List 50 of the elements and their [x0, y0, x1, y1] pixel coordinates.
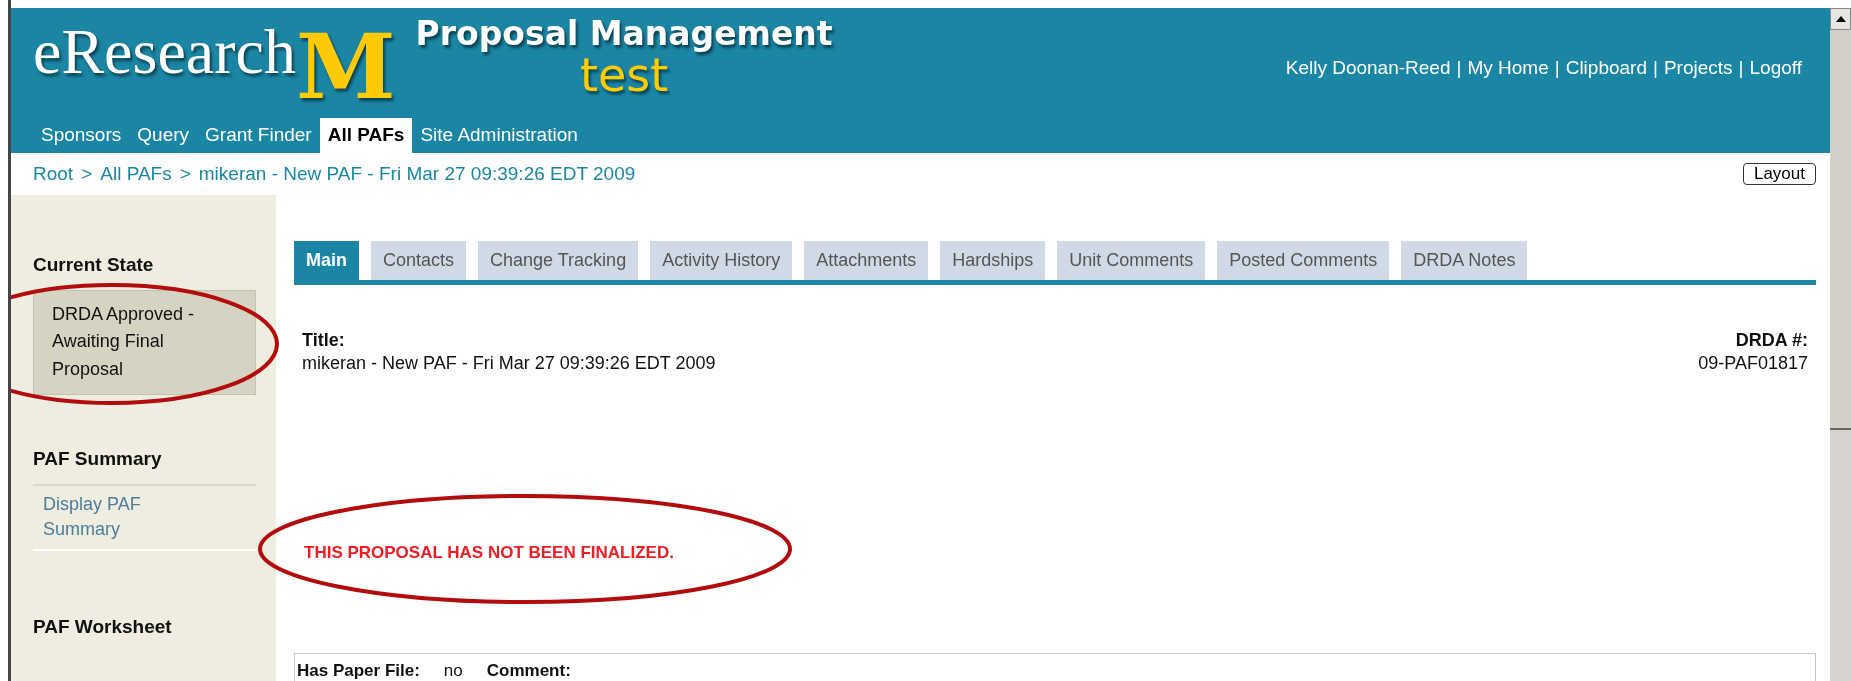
nav-link[interactable]: All PAFs	[319, 118, 413, 153]
user-link[interactable]: Clipboard	[1565, 54, 1647, 83]
user-link[interactable]: Projects	[1663, 54, 1733, 83]
user-link[interactable]: Logoff	[1749, 54, 1802, 83]
nav-link[interactable]: Query	[129, 118, 198, 153]
breadcrumb-separator: >	[81, 161, 93, 186]
user-link[interactable]: Kelly Doonan-Reed	[1285, 54, 1451, 83]
title-value: mikeran - New PAF - Fri Mar 27 09:39:26 EDT 2009	[302, 352, 716, 376]
field-label: DRDA #:	[1734, 329, 1808, 352]
tab[interactable]: Posted Comments	[1217, 241, 1390, 280]
breadcrumb-link[interactable]: mikeran - New PAF - Fri Mar 27 09:39:26 EDT 2009	[198, 159, 636, 189]
app-title: Proposal Management	[415, 16, 833, 53]
user-link[interactable]: My Home	[1467, 54, 1549, 83]
separator: |	[1554, 56, 1560, 80]
separator: |	[1738, 56, 1744, 80]
sidebar-link[interactable]: Display PAF Summary	[43, 491, 168, 543]
nav-link[interactable]: Grant Finder	[197, 118, 320, 153]
state-box: DRDA Approved - Awaiting Final Proposal	[33, 289, 256, 396]
breadcrumb-separator: >	[179, 161, 191, 186]
scroll-up-button[interactable]	[1830, 8, 1851, 30]
sidebar-heading: PAF Worksheet	[33, 614, 173, 639]
field-label: Title:	[302, 329, 346, 352]
breadcrumb-link[interactable]: All PAFs	[100, 159, 172, 189]
tab[interactable]: Contacts	[371, 241, 467, 280]
tab[interactable]: Change Tracking	[478, 241, 639, 280]
drda-number: 09-PAF01817	[1698, 352, 1808, 376]
field-label: Has Paper File:	[297, 660, 420, 681]
layout-button[interactable]: Layout	[1742, 162, 1816, 186]
up-arrow-icon	[1835, 16, 1846, 22]
separator: |	[1653, 56, 1658, 80]
tab[interactable]: Activity History	[650, 241, 793, 280]
tab[interactable]: Hardships	[940, 241, 1046, 280]
tab[interactable]: Main	[294, 241, 359, 280]
field-label: Comment:	[486, 660, 571, 681]
logo-mark: M	[295, 30, 396, 102]
nav-link[interactable]: Site Administration	[412, 118, 586, 153]
nav-link[interactable]: Sponsors	[33, 118, 130, 153]
field-value: no	[443, 660, 463, 681]
warning-message: THIS PROPOSAL HAS NOT BEEN FINALIZED.	[304, 541, 675, 564]
sidebar-heading: PAF Summary	[33, 447, 163, 472]
environment-label: test	[579, 52, 669, 99]
scroll-thumb[interactable]	[1830, 30, 1851, 430]
sidebar-heading: Current State	[33, 253, 155, 277]
tab[interactable]: Attachments	[804, 241, 929, 280]
breadcrumb-link[interactable]: Root	[33, 159, 74, 189]
scrollbar[interactable]	[1830, 8, 1851, 681]
tab[interactable]: Unit Comments	[1057, 241, 1206, 280]
brand-name: eResearch	[33, 20, 296, 84]
tab[interactable]: DRDA Notes	[1401, 241, 1528, 280]
separator: |	[1456, 56, 1462, 80]
